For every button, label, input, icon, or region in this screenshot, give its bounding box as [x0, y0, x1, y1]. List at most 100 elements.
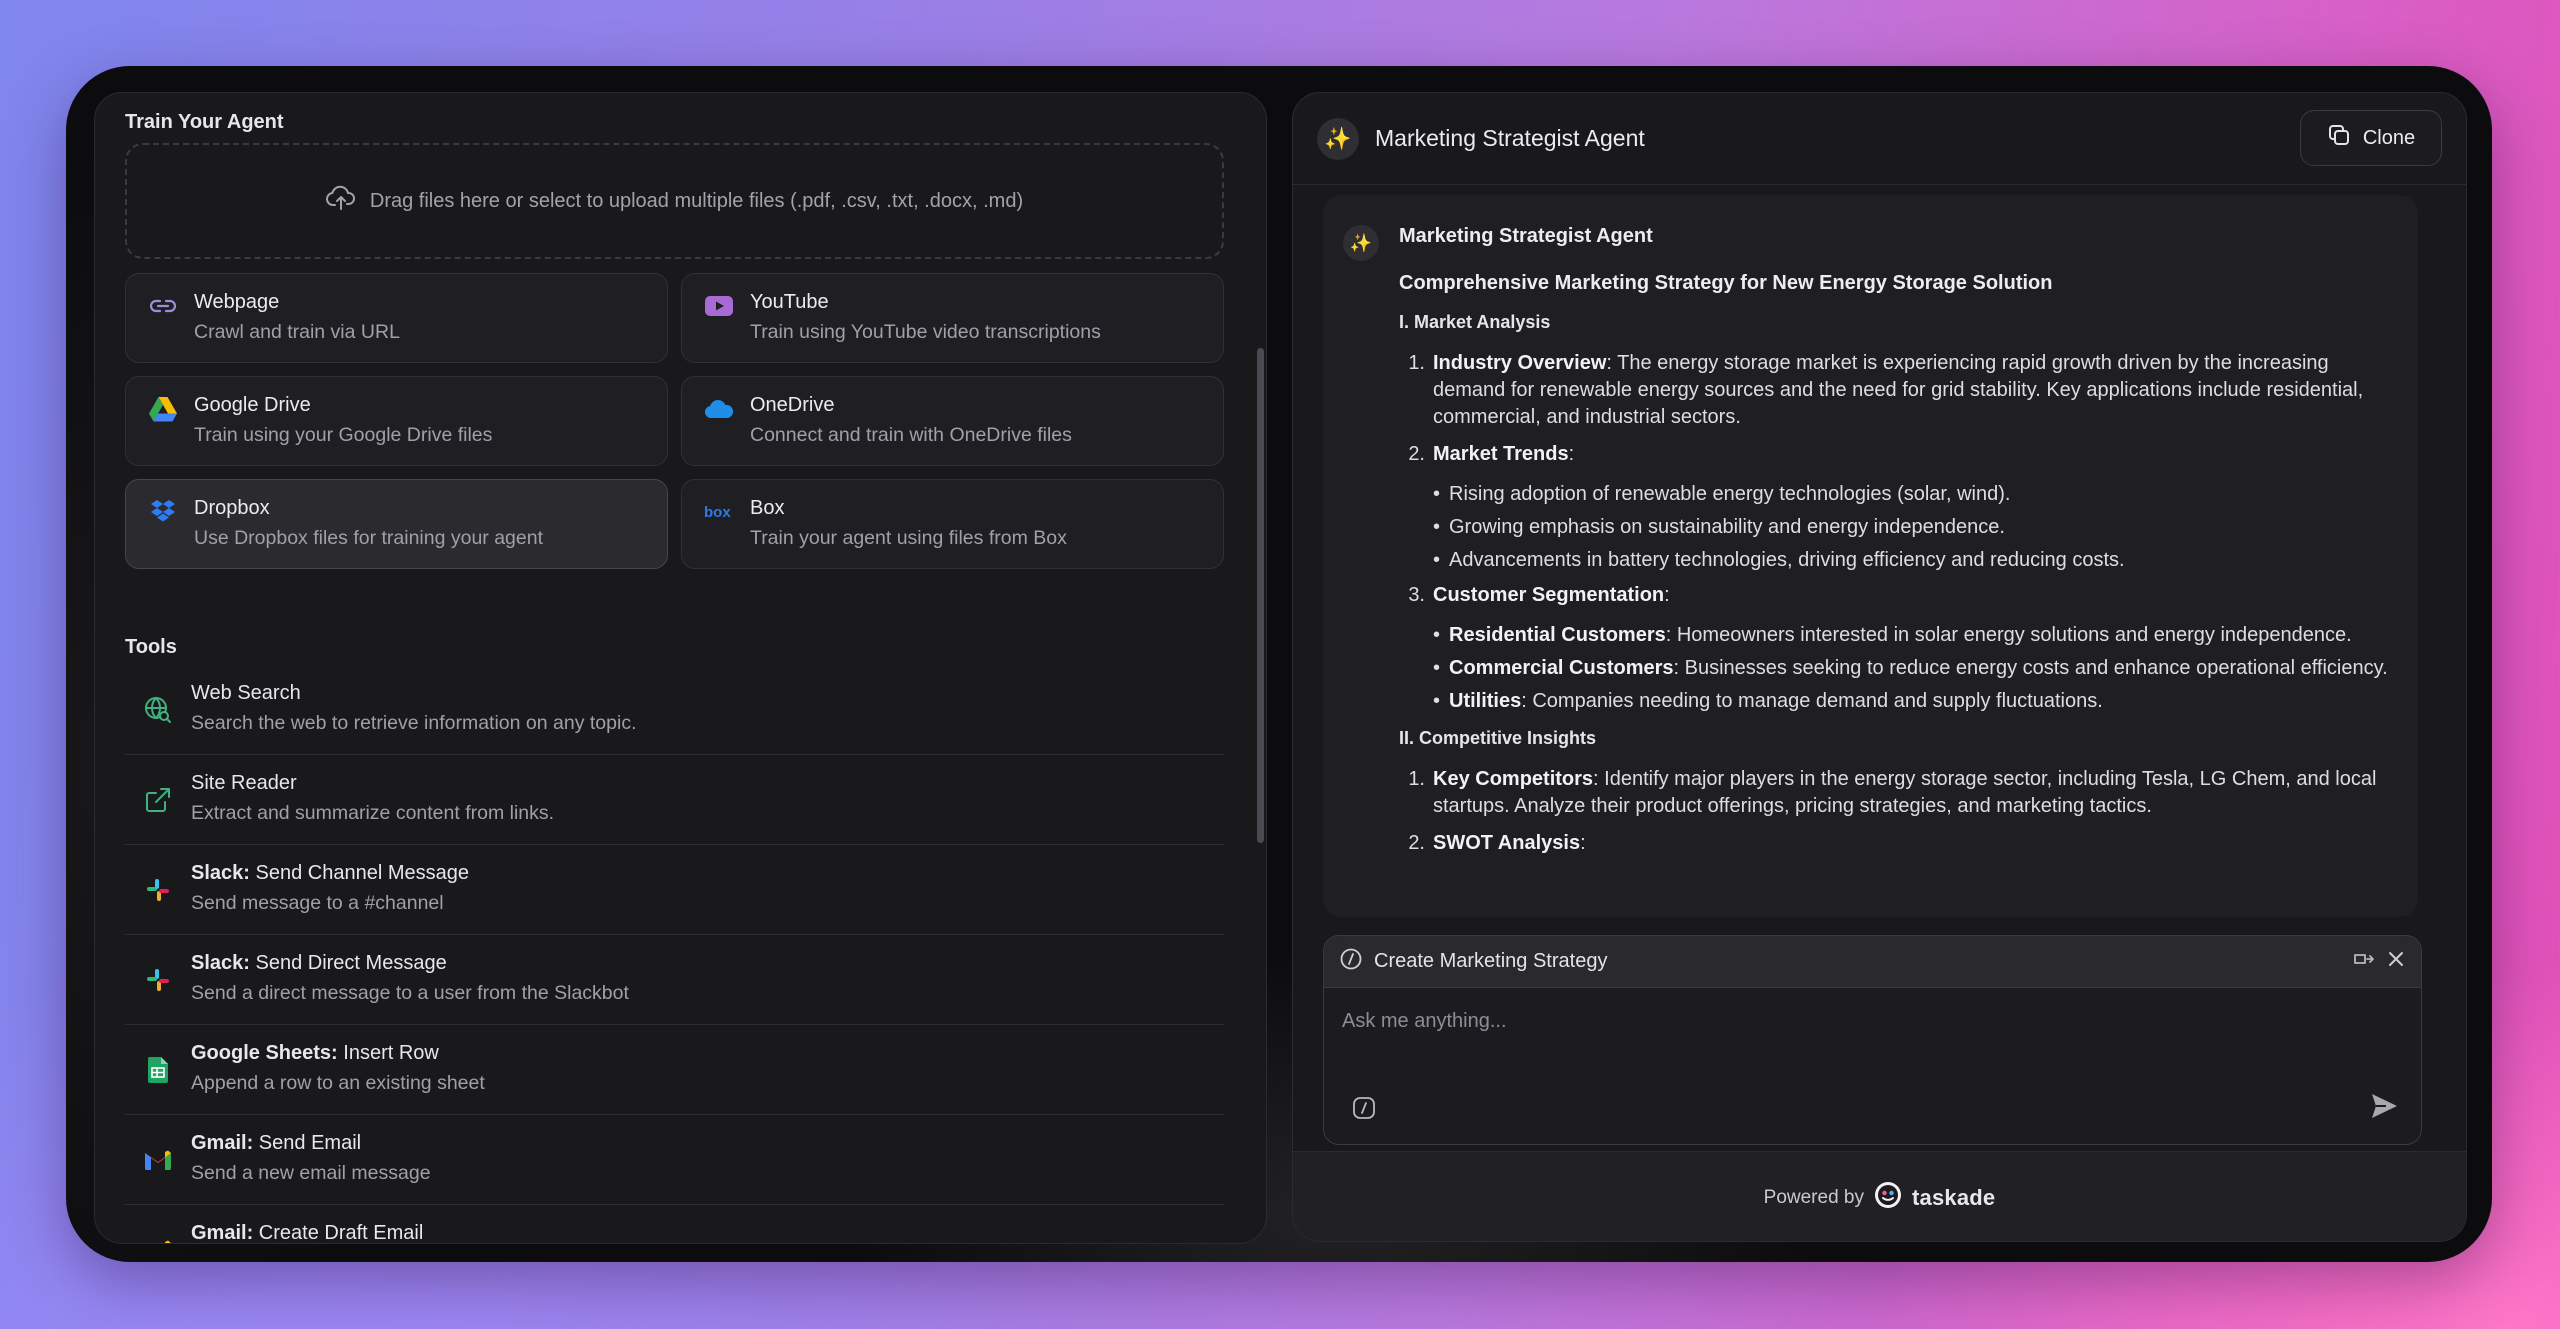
list-item: 1. Key Competitors: Identify major player… — [1399, 766, 2389, 820]
item-text: : — [1664, 584, 1670, 606]
tool-slack-channel[interactable]: Slack: Send Channel Message Send message … — [125, 845, 1224, 935]
tool-prefix: Google Sheets: — [191, 1042, 338, 1064]
tool-site-reader[interactable]: Site Reader Extract and summarize content… — [125, 755, 1224, 845]
source-title: OneDrive — [750, 394, 835, 416]
source-box[interactable]: box Box Train your agent using files from… — [681, 479, 1224, 569]
tool-title: Site Reader — [191, 772, 297, 794]
agent-message: ✨ Marketing Strategist Agent Comprehensi… — [1323, 195, 2418, 917]
bullet-bold: Utilities — [1449, 690, 1522, 712]
list-item: 1. Industry Overview: The energy storage … — [1399, 350, 2389, 431]
tool-title: Send Email — [253, 1132, 362, 1154]
bullet-item: • Rising adoption of renewable energy tec… — [1433, 483, 2011, 505]
bullet-text: Growing emphasis on sustainability and e… — [1449, 516, 2005, 538]
item-number: 3. — [1408, 584, 1425, 606]
tool-gmail-draft[interactable]: Gmail: Create Draft Email — [125, 1205, 1224, 1244]
command-icon[interactable] — [1352, 1096, 1376, 1125]
train-panel: Train Your Agent Drag files here or sele… — [94, 92, 1267, 1244]
close-icon[interactable] — [2387, 950, 2405, 974]
market-list: 1. Industry Overview: The energy storage … — [1399, 350, 2389, 468]
tool-gmail-send[interactable]: Gmail: Send Email Send a new email messag… — [125, 1115, 1224, 1205]
bullet-bold: Commercial Customers — [1449, 657, 1674, 679]
message-sender: Marketing Strategist Agent — [1399, 225, 1653, 247]
tool-prefix: Gmail: — [191, 1222, 254, 1244]
source-grid: Webpage Crawl and train via URL YouTube Tr… — [125, 273, 1224, 569]
tools-list: Web Search Search the web to retrieve inf… — [125, 665, 1224, 1244]
external-link-icon — [143, 785, 173, 815]
tool-title: Insert Row — [337, 1042, 439, 1064]
dropzone-text: Drag files here or select to upload mult… — [369, 189, 1024, 212]
expand-icon[interactable] — [2353, 950, 2375, 973]
upload-cloud-icon — [325, 185, 356, 217]
item-number: 1. — [1408, 352, 1425, 374]
link-icon — [148, 291, 178, 321]
source-webpage[interactable]: Webpage Crawl and train via URL — [125, 273, 668, 363]
left-scrollbar[interactable] — [1257, 348, 1264, 843]
tool-prefix: Slack: — [191, 952, 250, 974]
task-label: Create Marketing Strategy — [1374, 950, 1608, 972]
tool-web-search[interactable]: Web Search Search the web to retrieve inf… — [125, 665, 1224, 755]
item-text: : — [1580, 832, 1586, 854]
section-competitive-insights: II. Competitive Insights — [1399, 728, 1597, 748]
clone-button[interactable]: Clone — [2300, 110, 2442, 166]
item-number: 2. — [1408, 443, 1425, 465]
segments-list: • Residential Customers: Homeowners inter… — [1433, 623, 2389, 713]
file-dropzone[interactable]: Drag files here or select to upload mult… — [125, 143, 1224, 259]
google-sheets-icon — [143, 1055, 173, 1085]
chat-header: ✨ Marketing Strategist Agent Clone — [1293, 93, 2466, 185]
bullet-item: • Advancements in battery technologies, d… — [1433, 549, 2125, 571]
trends-list: • Rising adoption of renewable energy tec… — [1433, 482, 2389, 572]
competitive-list: 1. Key Competitors: Identify major player… — [1399, 766, 2389, 857]
tool-title: Create Draft Email — [253, 1222, 424, 1244]
bullet-text: : Businesses seeking to reduce energy co… — [1673, 657, 2388, 679]
chat-composer: Create Marketing Strategy — [1323, 935, 2422, 1145]
tools-title: Tools — [125, 636, 177, 658]
item-text: : — [1568, 443, 1575, 465]
sparkles-icon: ✨ — [1317, 117, 1359, 160]
tool-title: Web Search — [191, 682, 301, 704]
bullet-item: • Growing emphasis on sustainability and … — [1433, 516, 2005, 538]
device-frame: Train Your Agent Drag files here or sele… — [66, 66, 2492, 1262]
command-icon — [1340, 948, 1362, 976]
bullet-item: • Utilities: Companies needing to manage … — [1433, 690, 2103, 712]
tool-slack-dm[interactable]: Slack: Send Direct Message Send a direct … — [125, 935, 1224, 1025]
copy-icon — [2327, 123, 2351, 153]
powered-by-footer: Powered by taskade — [1293, 1151, 2466, 1241]
bullet-text: Advancements in battery technologies, dr… — [1449, 549, 2125, 571]
item-number: 2. — [1408, 832, 1425, 854]
source-desc: Train using your Google Drive files — [194, 424, 493, 446]
message-heading: Comprehensive Marketing Strategy for New… — [1399, 272, 2053, 294]
dropbox-icon — [148, 497, 178, 527]
tool-prefix: Gmail: — [191, 1132, 254, 1154]
section-market-analysis: I. Market Analysis — [1399, 312, 1551, 332]
source-title: Dropbox — [194, 497, 270, 519]
svg-text:box: box — [704, 504, 731, 520]
bullet-text: : Homeowners interested in solar energy … — [1665, 624, 2352, 646]
source-onedrive[interactable]: OneDrive Connect and train with OneDrive … — [681, 376, 1224, 466]
globe-search-icon — [143, 695, 173, 725]
bullet-bold: Residential Customers — [1449, 624, 1666, 646]
source-dropbox[interactable]: Dropbox Use Dropbox files for training yo… — [125, 479, 668, 569]
source-youtube[interactable]: YouTube Train using YouTube video transcr… — [681, 273, 1224, 363]
chat-input[interactable] — [1342, 1010, 2242, 1033]
message-body: Marketing Strategist Agent Comprehensive… — [1399, 223, 2389, 867]
item-bold: Industry Overview — [1433, 352, 1607, 374]
source-google-drive[interactable]: Google Drive Train using your Google Driv… — [125, 376, 668, 466]
tool-desc: Send a direct message to a user from the… — [191, 982, 629, 1004]
gmail-icon — [143, 1145, 173, 1175]
bullet-item: • Residential Customers: Homeowners inter… — [1433, 624, 2352, 646]
send-icon[interactable] — [2369, 1091, 2399, 1126]
source-desc: Use Dropbox files for training your agen… — [194, 527, 544, 549]
taskade-logo-icon — [1874, 1181, 1902, 1215]
tool-desc: Search the web to retrieve information o… — [191, 712, 637, 734]
tool-prefix: Slack: — [191, 862, 250, 884]
source-title: Webpage — [194, 291, 280, 313]
tool-sheets-insert[interactable]: Google Sheets: Insert Row Append a row to… — [125, 1025, 1224, 1115]
list-item: 2. Market Trends: — [1399, 441, 2389, 468]
bullet-text: : Companies needing to manage demand and… — [1521, 690, 2103, 712]
bullet-item: • Commercial Customers: Businesses seekin… — [1433, 657, 2388, 679]
item-bold: Market Trends — [1433, 443, 1569, 465]
tool-desc: Send a new email message — [191, 1162, 431, 1184]
box-icon: box — [704, 497, 734, 527]
google-drive-icon — [148, 394, 178, 424]
train-title: Train Your Agent — [125, 111, 284, 133]
